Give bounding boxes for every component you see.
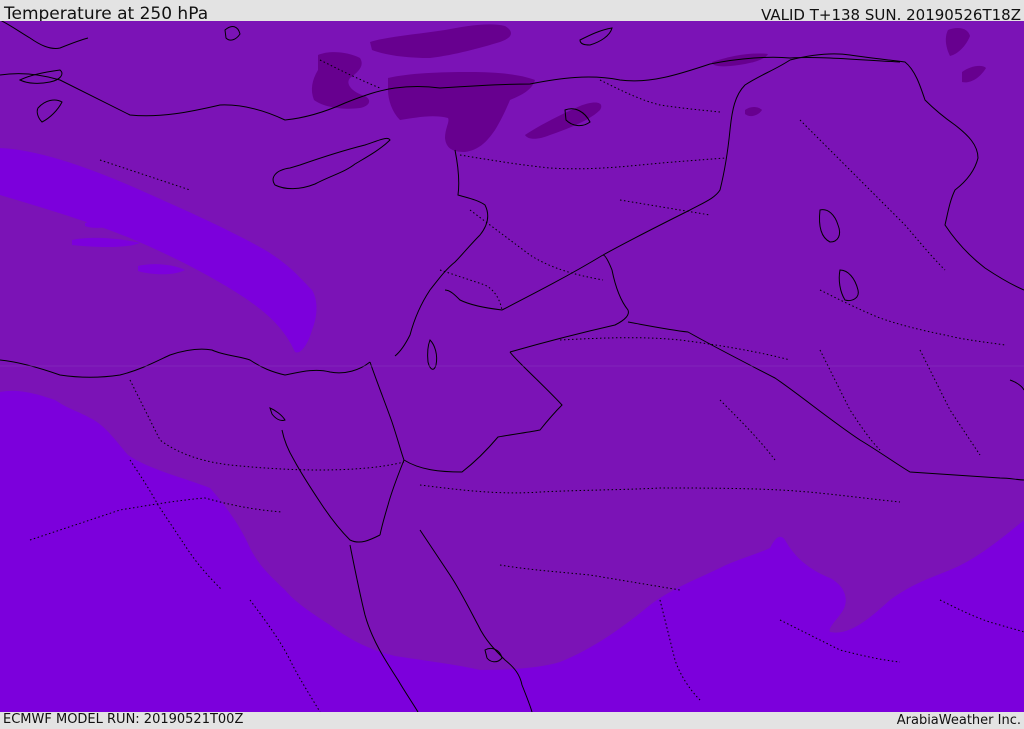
map-canvas [0,21,1024,712]
weather-map-frame: Temperature at 250 hPa VALID T+138 SUN. … [0,0,1024,729]
credit-label: ArabiaWeather Inc. [896,713,1021,728]
temperature-map [0,21,1024,712]
model-run-label: ECMWF MODEL RUN: 20190521T00Z [3,712,244,727]
footer-bar: ECMWF MODEL RUN: 20190521T00Z ArabiaWeat… [0,712,1024,729]
header-bar: Temperature at 250 hPa VALID T+138 SUN. … [0,0,1024,24]
